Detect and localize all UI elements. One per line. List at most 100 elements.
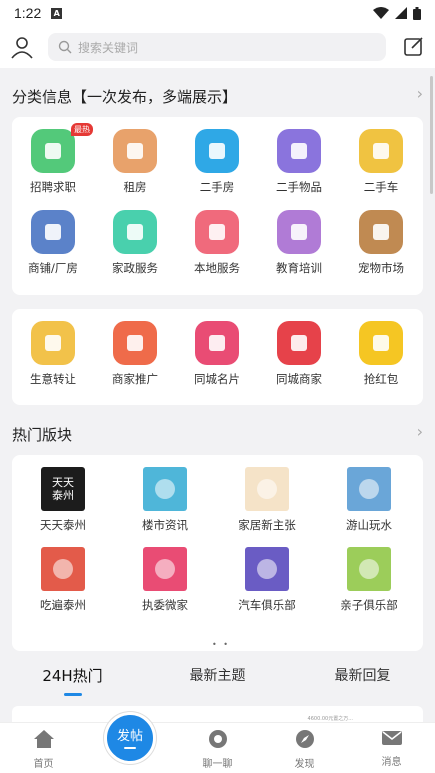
grid-item[interactable]: 商铺/厂房 — [12, 210, 94, 276]
hot-board-label: 亲子俱乐部 — [340, 598, 398, 612]
classify-title: 分类信息【一次发布，多端展示】 — [12, 88, 238, 106]
hot-badge: 最热 — [71, 123, 93, 136]
grid-item[interactable]: 教育培训 — [258, 210, 340, 276]
status-icons — [373, 6, 421, 20]
grid-item[interactable]: 本地服务 — [176, 210, 258, 276]
hot-board-item[interactable]: 吃遍泰州 — [12, 547, 114, 613]
carousel-dots: • • — [212, 640, 230, 649]
grid-item-label: 同城名片 — [194, 372, 240, 386]
hot-board-item[interactable]: 亲子俱乐部 — [318, 547, 420, 613]
scrollbar[interactable] — [430, 76, 433, 194]
signal-icon — [395, 7, 407, 19]
nav-discover[interactable]: 发现 — [261, 729, 348, 770]
hot-board-thumbnail — [245, 467, 289, 511]
hot-board-label: 家居新主张 — [238, 518, 296, 532]
grid-item-label: 二手车 — [363, 180, 399, 194]
grid-item[interactable]: 二手房 — [176, 129, 258, 195]
grid-item-label: 宠物市场 — [358, 261, 404, 275]
category-icon — [359, 129, 403, 173]
post-label: 发帖 — [116, 729, 143, 744]
hot-board-thumbnail — [347, 547, 391, 591]
grid-item-label: 二手物品 — [276, 180, 322, 194]
hot-board-item[interactable]: 汽车俱乐部 — [216, 547, 318, 613]
hot-board-item[interactable]: 游山玩水 — [318, 467, 420, 533]
edit-icon[interactable] — [403, 36, 425, 58]
compass-icon — [295, 730, 314, 748]
grid-item-label: 生意转让 — [30, 372, 76, 386]
category-icon — [277, 129, 321, 173]
grid-item-label: 二手房 — [199, 180, 235, 194]
grid-item-label: 家政服务 — [112, 261, 158, 275]
category-icon: 最热 — [31, 123, 93, 173]
grid-item-label: 抢红包 — [363, 372, 399, 386]
post-button[interactable]: 发帖 — [104, 712, 156, 764]
grid-item[interactable]: 最热招聘求职 — [12, 123, 94, 195]
notification-icon: A — [51, 7, 63, 19]
category-icon — [113, 210, 157, 254]
classify-more-chevron-icon[interactable]: › — [417, 84, 423, 103]
search-placeholder: 搜索关键词 — [78, 40, 139, 55]
hot-board-thumbnail — [143, 547, 187, 591]
service-icon — [277, 321, 321, 365]
services-card: 生意转让 商家推广 同城名片 同城商家 抢红包 — [12, 309, 423, 405]
classify-card: 最热 招聘求职 租房 二手房 二手物品 二手车 商铺/厂房 家政服务 本地服务 教育培训 宠物市场 — [12, 117, 423, 295]
camera-shutter-icon — [208, 730, 227, 748]
grid-item[interactable]: 家政服务 — [94, 210, 176, 276]
feed-tabs: 24H热门 最新主题 最新回复 — [0, 656, 435, 700]
bottom-nav: 首页 聊一聊 发现 消息 — [0, 722, 435, 773]
preview-text: 4600.00元置之万... — [307, 716, 353, 722]
grid-item[interactable]: 抢红包 — [340, 321, 422, 387]
mail-icon — [381, 731, 402, 745]
grid-item-label: 商铺/厂房 — [28, 261, 78, 275]
nav-home-label: 首页 — [33, 759, 54, 770]
hot-board-label: 游山玩水 — [346, 518, 392, 532]
nav-chat[interactable]: 聊一聊 — [174, 729, 261, 770]
hot-board-label: 汽车俱乐部 — [238, 598, 296, 612]
grid-item[interactable]: 二手车 — [340, 129, 422, 195]
home-icon — [33, 730, 54, 748]
user-icon[interactable] — [10, 35, 34, 59]
grid-item-label: 商家推广 — [112, 372, 158, 386]
hot-board-thumbnail — [41, 547, 85, 591]
hot-board-label: 执委微家 — [142, 598, 188, 612]
hot-board-label: 吃遍泰州 — [40, 598, 86, 612]
grid-item-label: 本地服务 — [194, 261, 240, 275]
grid-item[interactable]: 二手物品 — [258, 129, 340, 195]
grid-item-label: 同城商家 — [276, 372, 322, 386]
nav-message-label: 消息 — [381, 757, 402, 768]
hot-board-item[interactable]: 天天泰州 天天泰州 — [12, 467, 114, 533]
app-root: 1:22 A 搜索关键词 分类信息【一次发布，多端展示】 › 最热 招聘求职 租房二… — [0, 0, 435, 773]
feed-tab[interactable]: 最新主题 — [145, 656, 290, 700]
post-line-icon — [124, 747, 136, 749]
grid-item[interactable]: 生意转让 — [12, 321, 94, 387]
hot-board-item[interactable]: 执委微家 — [114, 547, 216, 613]
top-header: 搜索关键词 — [0, 26, 435, 68]
grid-item[interactable]: 宠物市场 — [340, 210, 422, 276]
hot-board-thumbnail — [143, 467, 187, 511]
category-icon — [277, 210, 321, 254]
feed-tab[interactable]: 最新回复 — [290, 656, 435, 700]
grid-item-label: 租房 — [123, 180, 147, 194]
feed-tab[interactable]: 24H热门 — [0, 656, 145, 700]
service-icon — [359, 321, 403, 365]
hot-board-item[interactable]: 家居新主张 — [216, 467, 318, 533]
service-icon — [31, 321, 75, 365]
hot-more-chevron-icon[interactable]: › — [417, 422, 423, 441]
hot-title: 热门版块 — [12, 426, 73, 444]
grid-item[interactable]: 租房 — [94, 129, 176, 195]
battery-icon — [413, 6, 421, 20]
grid-item[interactable]: 商家推广 — [94, 321, 176, 387]
search-input[interactable]: 搜索关键词 — [48, 33, 386, 61]
category-icon — [195, 210, 239, 254]
status-bar: 1:22 A — [0, 0, 435, 26]
category-icon — [113, 129, 157, 173]
nav-message[interactable]: 消息 — [348, 729, 435, 768]
grid-item[interactable]: 同城名片 — [176, 321, 258, 387]
hot-board-label: 天天泰州 — [40, 518, 86, 532]
grid-item-label: 招聘求职 — [30, 180, 76, 194]
nav-home[interactable]: 首页 — [0, 729, 87, 770]
nav-chat-label: 聊一聊 — [202, 759, 233, 770]
grid-item[interactable]: 同城商家 — [258, 321, 340, 387]
hot-board-item[interactable]: 楼市资讯 — [114, 467, 216, 533]
category-icon — [31, 210, 75, 254]
